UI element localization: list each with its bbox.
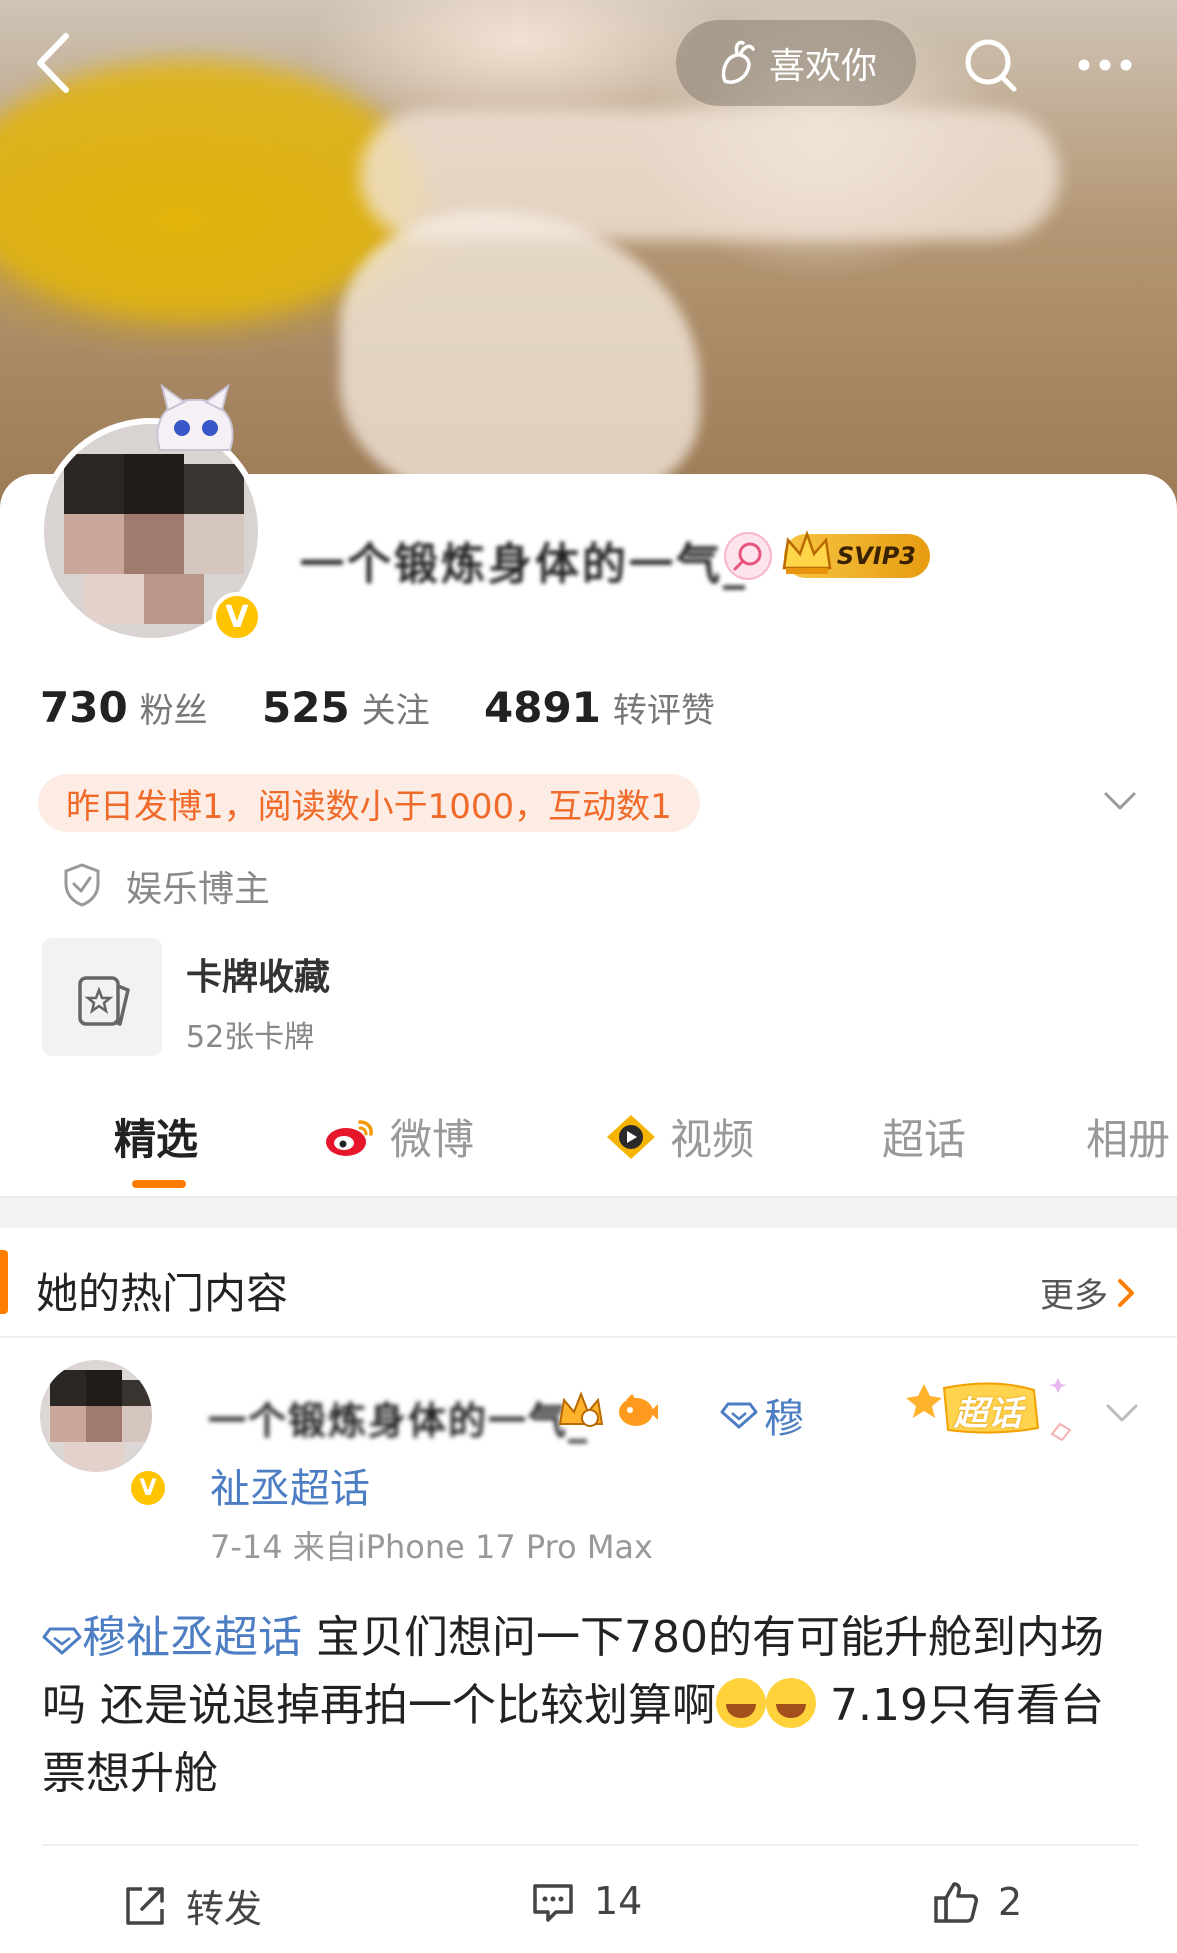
post-body-topic-label: 穆祉丞超话 <box>82 1612 302 1663</box>
card-star-icon <box>78 976 130 1026</box>
post-topic-link[interactable]: 祉丞超话 <box>210 1456 370 1514</box>
back-button[interactable] <box>30 28 80 98</box>
section-separator <box>0 1198 1177 1228</box>
avatar-mosaic-block <box>50 1370 86 1406</box>
interactions-stat[interactable]: 4891 转评赞 <box>484 683 715 732</box>
avatar-mosaic-block <box>144 574 204 624</box>
tab-super-topic[interactable]: 超话 <box>882 1106 966 1167</box>
avatar-mosaic-block <box>122 1380 152 1406</box>
avatar-mosaic-block <box>50 1406 86 1442</box>
like-button[interactable]: 2 <box>932 1878 1022 1926</box>
crying-emoji-icon <box>716 1678 766 1728</box>
post-topic-prefix-label: 穆 <box>764 1396 804 1442</box>
creator-tag-label[interactable]: 娱乐博主 <box>126 860 270 912</box>
tab-video[interactable]: 视频 <box>604 1106 754 1167</box>
fans-count: 730 <box>40 683 128 732</box>
hot-content-title: 她的热门内容 <box>36 1269 289 1318</box>
avatar-mosaic-block <box>84 574 144 624</box>
super-topic-sticker-label: 超话 <box>954 1394 1022 1434</box>
thumbs-up-icon <box>934 1882 978 1923</box>
activity-summary-pill[interactable]: 昨日发博1，阅读数小于1000，互动数1 <box>38 774 700 832</box>
crown-level-icon <box>558 1391 604 1427</box>
super-topic-sticker: 超话 <box>904 1370 1074 1450</box>
post-meta: 7-14 来自iPhone 17 Pro Max <box>210 1528 653 1566</box>
video-icon <box>607 1114 655 1159</box>
post-author-name[interactable]: 一个锻炼身体的一气_ <box>208 1390 589 1445</box>
repost-label: 转发 <box>186 1887 263 1931</box>
post-author-badges <box>556 1390 660 1432</box>
active-tab-indicator <box>132 1180 186 1188</box>
tab-video-label: 视频 <box>670 1115 755 1164</box>
post-body-topic-link[interactable]: 穆祉丞超话 <box>42 1612 302 1663</box>
post-actions-divider <box>42 1844 1138 1846</box>
shield-check-icon <box>64 863 100 907</box>
more-label: 更多 <box>1040 1276 1108 1316</box>
avatar-mosaic-block <box>64 514 124 574</box>
share-icon <box>126 1886 164 1925</box>
search-button[interactable] <box>960 30 1020 100</box>
interactions-count: 4891 <box>484 683 601 732</box>
avatar-mosaic-block <box>86 1406 122 1442</box>
following-stat[interactable]: 525 关注 <box>262 683 430 732</box>
avatar-mosaic-block <box>64 454 124 514</box>
avatar-mosaic-block <box>64 1442 124 1472</box>
profile-username: 一个锻炼身体的一气_ <box>300 539 748 590</box>
interactions-label: 转评赞 <box>612 691 715 731</box>
crown-icon <box>782 530 832 574</box>
tab-featured[interactable]: 精选 <box>114 1106 198 1167</box>
avatar-mosaic-block <box>184 514 244 574</box>
avatar-mosaic-block <box>86 1370 122 1406</box>
hot-content-more-link[interactable]: 更多 <box>1040 1268 1138 1317</box>
post-author-avatar[interactable] <box>40 1360 152 1472</box>
comment-count: 14 <box>594 1879 643 1923</box>
following-label: 关注 <box>361 691 430 731</box>
chevron-right-icon <box>1118 1278 1134 1307</box>
tab-album-label: 相册 <box>1086 1115 1171 1164</box>
following-count: 525 <box>262 683 350 732</box>
post-options-chevron-icon[interactable] <box>1102 1398 1142 1428</box>
search-icon <box>965 39 1017 92</box>
tab-weibo-label: 微博 <box>390 1115 475 1164</box>
post-body[interactable]: 穆祉丞超话 宝贝们想问一下780的有可能升舱到内场吗 还是说退掉再拍一个比较划算… <box>42 1604 1142 1808</box>
tab-super-topic-label: 超话 <box>882 1115 967 1164</box>
post-topic-prefix[interactable]: 穆 <box>720 1386 804 1444</box>
comment-icon <box>533 1884 573 1922</box>
fans-label: 粉丝 <box>139 691 208 731</box>
more-options-button[interactable] <box>1070 30 1140 100</box>
more-dots-icon <box>1078 59 1132 71</box>
post-verified-badge: V <box>128 1468 168 1508</box>
like-you-button[interactable]: 喜欢你 <box>676 20 916 106</box>
chat-bubble-glyph-icon <box>733 542 762 571</box>
verified-badge: V <box>212 592 262 642</box>
avatar-mosaic-block <box>124 514 184 574</box>
chat-bubble-icon[interactable] <box>724 532 772 580</box>
hot-content-divider <box>0 1336 1177 1338</box>
diamond-topic-icon <box>720 1402 758 1429</box>
section-accent-bar <box>0 1250 8 1314</box>
avatar-mosaic-block <box>122 1406 152 1442</box>
cover-hand-shape <box>340 210 700 500</box>
cat-pendant-icon <box>156 383 234 451</box>
like-you-label: 喜欢你 <box>768 46 877 87</box>
fish-emblem-icon <box>619 1394 658 1426</box>
repost-button[interactable]: 转发 <box>122 1878 262 1933</box>
tab-weibo[interactable]: 微博 <box>322 1106 474 1167</box>
crying-emoji-icon <box>766 1678 816 1728</box>
fans-stat[interactable]: 730 粉丝 <box>40 683 208 732</box>
card-collection-count: 52张卡牌 <box>186 1020 315 1055</box>
card-collection-title[interactable]: 卡牌收藏 <box>186 948 330 1000</box>
tab-album[interactable]: 相册 <box>1086 1106 1170 1167</box>
weibo-icon <box>326 1119 373 1156</box>
card-collection-thumbnail[interactable] <box>42 938 162 1056</box>
comment-button[interactable]: 14 <box>530 1878 642 1924</box>
diamond-topic-icon <box>42 1627 82 1655</box>
carrot-icon <box>721 40 755 84</box>
back-arrow-icon <box>37 33 69 93</box>
like-count: 2 <box>998 1880 1023 1924</box>
tab-featured-label: 精选 <box>114 1115 199 1164</box>
chevron-down-icon[interactable] <box>1100 786 1140 816</box>
avatar-mosaic-block <box>184 464 244 514</box>
